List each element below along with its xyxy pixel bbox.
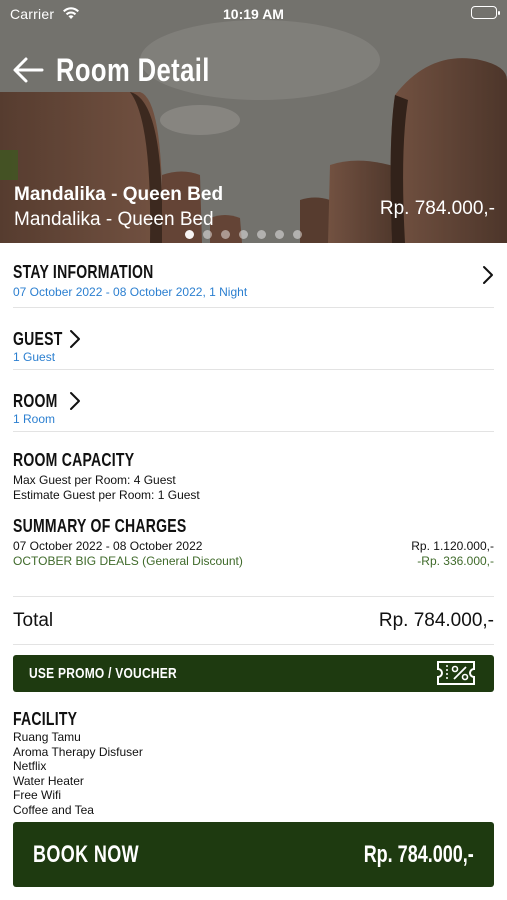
stay-information-title: STAY INFORMATION [13, 262, 154, 282]
guest-row[interactable]: GUEST 1 Guest [13, 308, 494, 370]
discount-label: OCTOBER BIG DEALS (General Discount) [13, 554, 243, 568]
facility-title: FACILITY [13, 709, 78, 729]
booking-details: STAY INFORMATION 07 October 2022 - 08 Oc… [13, 243, 494, 818]
facility-item: Water Heater [13, 773, 84, 788]
facility-item: Ruang Tamu [13, 730, 81, 744]
guest-title: GUEST [13, 329, 63, 349]
charge-amount: Rp. 1.120.000,- [411, 539, 494, 553]
summary-title: SUMMARY OF CHARGES [13, 516, 187, 536]
total-amount: Rp. 784.000,- [378, 609, 494, 631]
carousel-dot[interactable] [203, 230, 212, 239]
room-photo-carousel[interactable]: Mandalika - Queen Bed Mandalika - Queen … [0, 0, 507, 243]
carousel-dot[interactable] [257, 230, 266, 239]
status-bar: Carrier 10:19 AM [0, 0, 507, 30]
room-capacity-section: ROOM CAPACITY Max Guest per Room: 4 Gues… [13, 432, 494, 503]
discount-line: OCTOBER BIG DEALS (General Discount) -Rp… [13, 554, 494, 569]
voucher-percent-icon [436, 660, 476, 691]
back-arrow-icon[interactable] [12, 53, 46, 87]
facility-item: Free Wifi [13, 788, 61, 803]
carousel-dot[interactable] [185, 230, 194, 239]
total-label: Total [13, 609, 54, 631]
charge-line: 07 October 2022 - 08 October 2022 Rp. 1.… [13, 539, 494, 554]
promo-label: USE PROMO / VOUCHER [29, 665, 177, 682]
room-count: 1 Room [13, 412, 56, 426]
clock: 10:19 AM [223, 6, 284, 22]
chevron-right-icon [482, 265, 494, 290]
book-now-label: BOOK NOW [33, 840, 139, 868]
room-subtitle: Mandalika - Queen Bed [14, 209, 214, 230]
room-price: Rp. 784.000,- [379, 198, 495, 219]
max-guest-text: Max Guest per Room: 4 Guest [13, 473, 176, 487]
facility-item: Aroma Therapy Disfuser [13, 744, 143, 759]
room-name: Mandalika - Queen Bed [14, 184, 224, 205]
estimate-guest-text: Estimate Guest per Room: 1 Guest [13, 488, 200, 502]
carousel-dot[interactable] [293, 230, 302, 239]
room-capacity-title: ROOM CAPACITY [13, 450, 135, 470]
room-title: ROOM [13, 391, 58, 411]
page-title: Room Detail [56, 51, 210, 88]
guest-count: 1 Guest [13, 350, 56, 364]
carousel-dots[interactable] [185, 230, 302, 239]
carousel-dot[interactable] [275, 230, 284, 239]
charge-label: 07 October 2022 - 08 October 2022 [13, 539, 203, 553]
stay-dates: 07 October 2022 - 08 October 2022, 1 Nig… [13, 285, 248, 299]
battery-icon [471, 6, 500, 19]
navigation-bar: Room Detail [12, 48, 248, 92]
chevron-right-icon[interactable] [69, 329, 81, 354]
discount-amount: -Rp. 336.000,- [417, 554, 494, 568]
facility-item: Coffee and Tea [13, 802, 94, 817]
carousel-dot[interactable] [239, 230, 248, 239]
facility-section: FACILITY Ruang Tamu Aroma Therapy Disfus… [13, 692, 494, 818]
use-promo-button[interactable]: USE PROMO / VOUCHER [13, 655, 494, 692]
book-now-price: Rp. 784.000,- [363, 840, 474, 868]
total-row: Total Rp. 784.000,- [13, 597, 494, 645]
chevron-right-icon[interactable] [69, 391, 81, 416]
book-now-button[interactable]: BOOK NOW Rp. 784.000,- [13, 822, 494, 887]
summary-of-charges: SUMMARY OF CHARGES 07 October 2022 - 08 … [13, 503, 494, 597]
facility-item: Netflix [13, 759, 47, 774]
carousel-dot[interactable] [221, 230, 230, 239]
stay-information-row[interactable]: STAY INFORMATION 07 October 2022 - 08 Oc… [13, 243, 494, 308]
room-row[interactable]: ROOM 1 Room [13, 370, 494, 432]
